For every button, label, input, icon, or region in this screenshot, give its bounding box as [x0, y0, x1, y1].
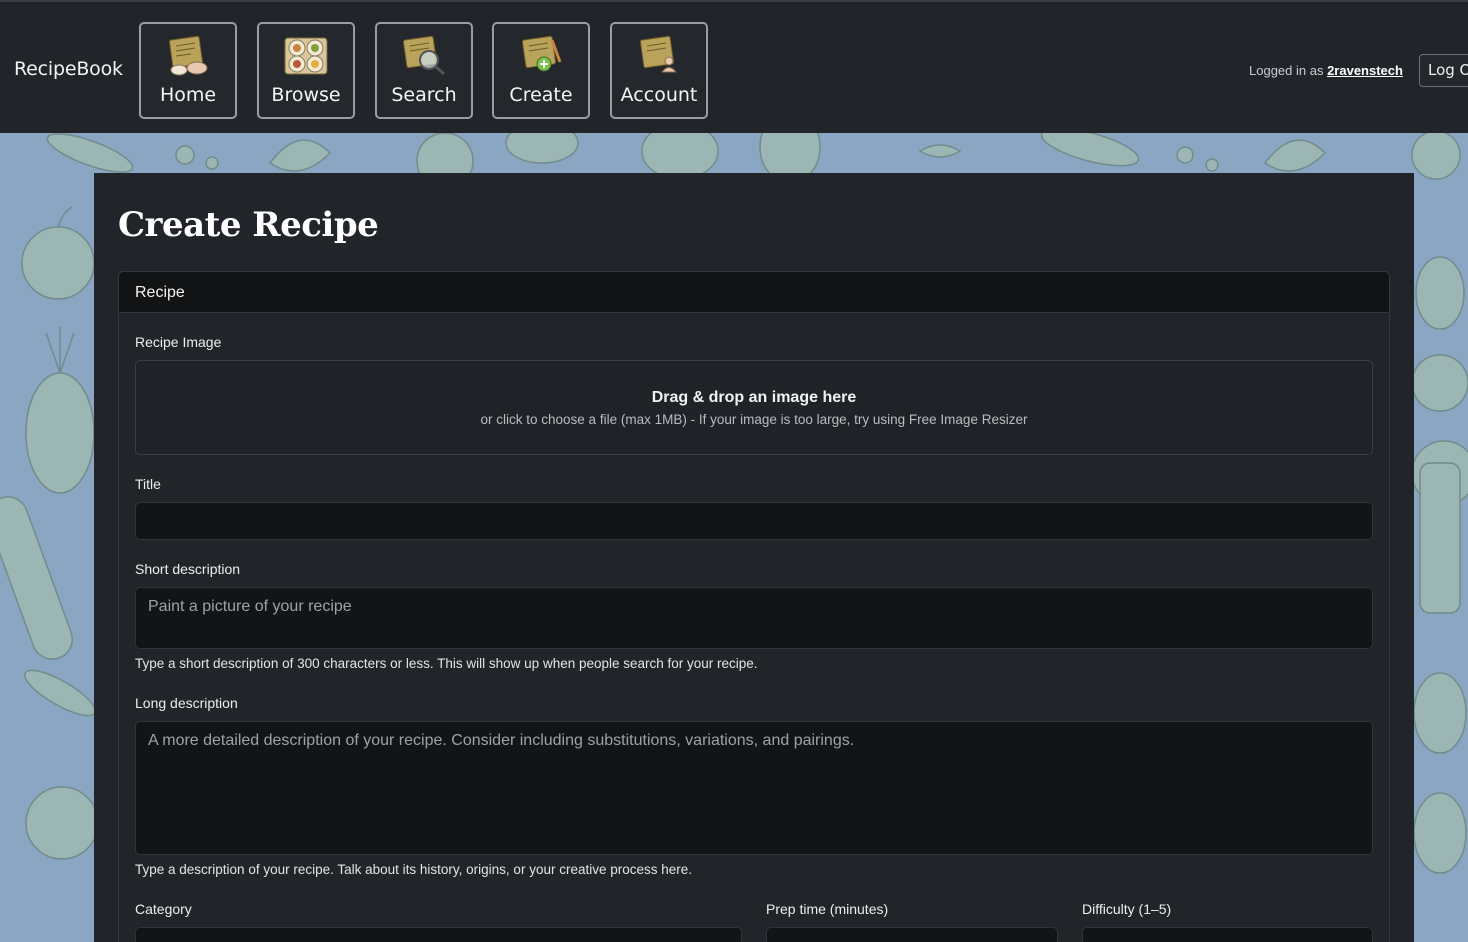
difficulty-select[interactable] [1082, 927, 1373, 942]
recipe-form-card: Recipe Recipe Image Drag & drop an image… [118, 271, 1390, 942]
logged-in-status: Logged in as 2ravenstech [1249, 63, 1403, 78]
recipe-card-home-icon [168, 35, 208, 76]
long-description-label: Long description [135, 695, 238, 711]
nav-create-button[interactable]: Create [492, 22, 590, 119]
dropzone-subtext: or click to choose a file (max 1MB) - If… [480, 412, 1028, 427]
short-description-help: Type a short description of 300 characte… [135, 656, 758, 671]
nav-browse-button[interactable]: Browse [257, 22, 355, 119]
nav-create-label: Create [509, 84, 573, 106]
title-label: Title [135, 476, 161, 492]
category-label: Category [135, 901, 192, 917]
username-link[interactable]: 2ravenstech [1327, 63, 1403, 78]
recipe-image-label: Recipe Image [135, 334, 222, 350]
logged-in-prefix: Logged in as [1249, 63, 1324, 78]
food-plates-icon [284, 37, 328, 75]
logout-button[interactable]: Log Out [1419, 54, 1468, 87]
nav-home-label: Home [159, 84, 217, 106]
nav-account-label: Account [620, 84, 698, 106]
long-description-help: Type a description of your recipe. Talk … [135, 862, 693, 877]
difficulty-label: Difficulty (1–5) [1082, 901, 1172, 917]
brand-logo[interactable]: RecipeBook [14, 58, 123, 80]
page-title: Create Recipe [118, 205, 379, 245]
main-content: Create Recipe Recipe Recipe Image Drag &… [94, 173, 1414, 942]
nav-search-label: Search [391, 84, 457, 106]
recipe-section-header: Recipe [119, 272, 1389, 313]
recipe-card-user-icon [639, 35, 678, 73]
nav-account-button[interactable]: Account [610, 22, 708, 119]
recipe-card-add-icon [521, 35, 562, 72]
top-navbar: RecipeBook Home Browse Search Create Acc… [0, 0, 1468, 133]
title-input[interactable] [135, 502, 1373, 540]
image-dropzone[interactable]: Drag & drop an image here or click to ch… [135, 360, 1373, 455]
nav-search-button[interactable]: Search [375, 22, 473, 119]
short-description-label: Short description [135, 561, 241, 577]
short-description-input[interactable] [135, 587, 1373, 649]
nav-browse-label: Browse [271, 84, 341, 106]
category-select[interactable] [135, 927, 742, 942]
dropzone-title: Drag & drop an image here [651, 389, 857, 406]
nav-home-button[interactable]: Home [139, 22, 237, 119]
prep-time-input[interactable] [766, 927, 1058, 942]
long-description-input[interactable] [135, 721, 1373, 855]
prep-time-label: Prep time (minutes) [766, 901, 889, 917]
magnifier-recipe-icon [402, 35, 445, 76]
